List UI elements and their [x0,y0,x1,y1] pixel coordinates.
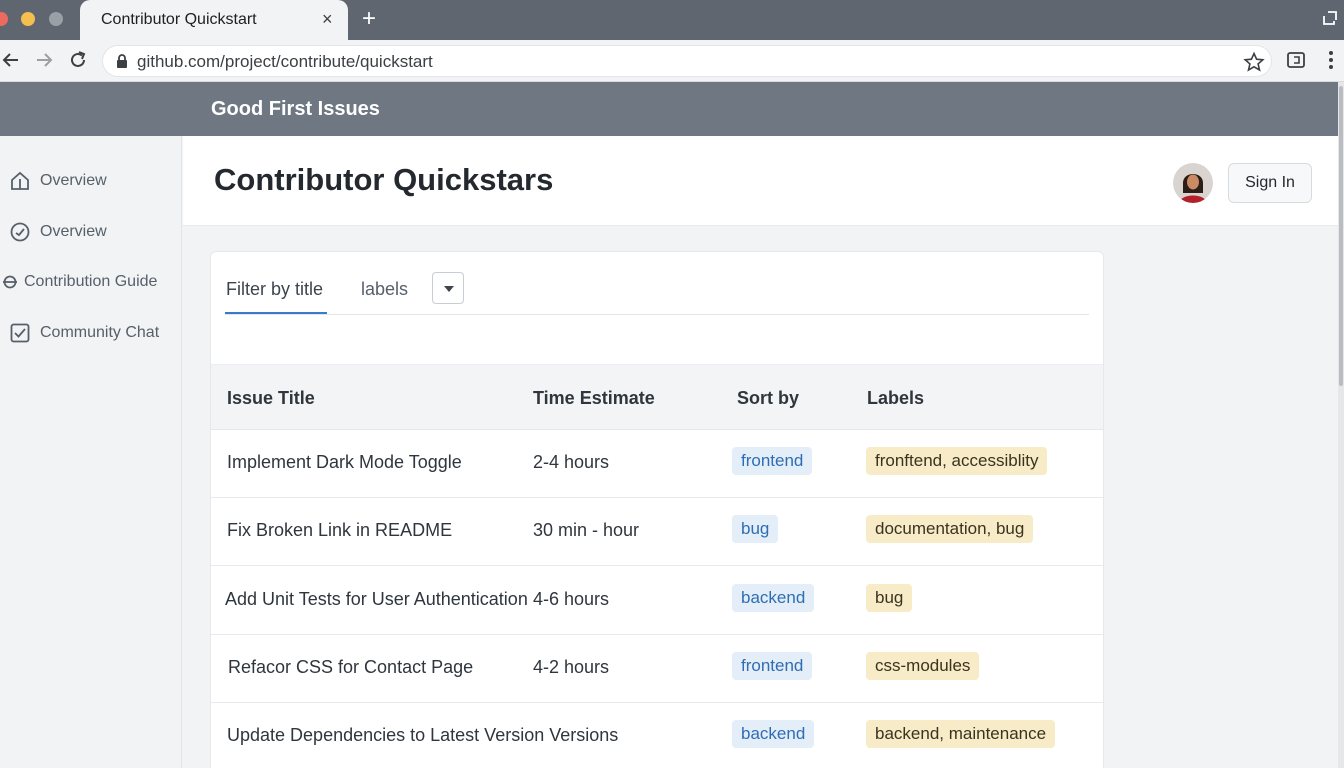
user-avatar-icon [1173,163,1213,203]
column-header-issue-title[interactable]: Issue Title [227,388,315,409]
new-tab-icon[interactable]: + [362,6,376,32]
home-icon [11,171,29,190]
table-row[interactable]: Fix Broken Link in README 30 min - hour … [211,498,1103,566]
labels-dropdown[interactable] [432,272,464,304]
sidebar-item-overview[interactable]: Overview [0,166,182,196]
tab-labels[interactable]: labels [361,279,408,300]
column-header-sort-by[interactable]: Sort by [737,388,799,409]
sidebar-item-label: Overview [40,223,107,240]
page-title: Contributor Quickstars [214,162,554,197]
guide-icon [3,275,17,289]
category-tag[interactable]: frontend [732,652,813,680]
labels-tag[interactable]: fronftend, accessiblity [866,447,1048,475]
column-header-time-estimate[interactable]: Time Estimate [533,388,655,409]
browser-toolbar: github.com/project/contribute/quickstart [0,40,1344,82]
forward-icon[interactable] [33,49,55,71]
browser-tab[interactable]: Contributor Quickstart × [80,0,348,40]
labels-tag[interactable]: backend, maintenance [866,720,1056,748]
url-text: github.com/project/contribute/quickstart [137,52,433,71]
sign-in-button[interactable]: Sign In [1228,163,1312,203]
window-close-dot[interactable] [0,12,8,26]
scrollbar-thumb[interactable] [1339,86,1343,386]
dashboard-icon [10,222,30,242]
issues-card: Filter by title labels Issue Title Time … [210,251,1104,768]
banner-title: Good First Issues [211,98,380,120]
labels-tag[interactable]: css-modules [866,652,980,680]
menu-icon[interactable] [1322,49,1340,71]
issue-title[interactable]: Fix Broken Link in README [227,520,452,541]
page-scrollbar[interactable] [1338,82,1344,768]
tab-title: Contributor Quickstart [101,11,257,28]
table-row[interactable]: Add Unit Tests for User Authentication 4… [211,567,1103,635]
sidebar-item-label: Overview [40,172,107,189]
avatar[interactable] [1173,163,1213,203]
category-tag[interactable]: backend [732,584,815,612]
sidebar-item-overview-2[interactable]: Overview [0,217,182,247]
time-estimate: 30 min - hour [533,520,640,540]
chevron-down-icon [444,286,454,292]
time-estimate: 4-6 hours [533,589,610,609]
browser-tab-bar: Contributor Quickstart × + [0,0,1344,40]
filter-divider [225,314,1089,315]
time-estimate: 4-2 hours [533,657,610,677]
sidebar-item-community-chat[interactable]: Community Chat [0,318,182,348]
issue-title[interactable]: Update Dependencies to Latest Version Ve… [227,725,618,746]
table-row[interactable]: Update Dependencies to Latest Version Ve… [211,703,1103,768]
reload-icon[interactable] [67,49,89,71]
window-restore-icon[interactable] [1318,8,1340,30]
table-row[interactable]: Implement Dark Mode Toggle 2-4 hours fro… [211,430,1103,498]
category-tag[interactable]: backend [732,720,815,748]
sidebar: Overview Overview Contribution Guide Com… [0,136,182,768]
tab-close-icon[interactable]: × [322,9,333,29]
back-icon[interactable] [0,49,22,71]
extension-icon[interactable] [1285,49,1307,71]
issue-title[interactable]: Add Unit Tests for User Authentication [225,589,528,610]
checkbox-icon [10,323,30,343]
issue-title[interactable]: Refacor CSS for Contact Page [228,657,473,678]
table-header: Issue Title Time Estimate Sort by Labels [211,364,1103,430]
window-minimize-dot[interactable] [21,12,35,26]
address-bar[interactable]: github.com/project/contribute/quickstart [102,45,1272,77]
window-maximize-dot[interactable] [49,12,63,26]
main-header: Contributor Quickstars Sign In [183,136,1338,226]
category-tag[interactable]: frontend [732,447,813,475]
labels-tag[interactable]: documentation, bug [866,515,1034,543]
issue-title[interactable]: Implement Dark Mode Toggle [227,452,462,473]
tab-filter-by-title[interactable]: Filter by title [226,279,323,300]
time-estimate: 2-4 hours [533,452,610,472]
lock-icon [117,54,127,68]
table-row[interactable]: Refacor CSS for Contact Page 4-2 hours f… [211,635,1103,703]
column-header-labels[interactable]: Labels [867,388,924,409]
star-icon[interactable] [1243,51,1265,73]
sidebar-item-label: Community Chat [40,324,160,341]
category-tag[interactable]: bug [732,515,779,543]
sidebar-item-label: Contribution Guide [24,273,158,290]
sidebar-item-contribution-guide[interactable]: Contribution Guide [0,267,182,297]
labels-tag[interactable]: bug [866,584,913,612]
page-banner: Good First Issues [0,82,1338,136]
